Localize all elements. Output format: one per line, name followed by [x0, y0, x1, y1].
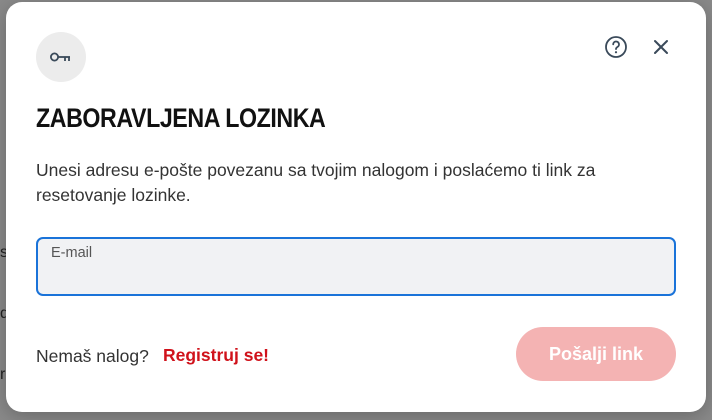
email-input[interactable] [50, 265, 664, 291]
backdrop-text-3: r [0, 366, 6, 383]
modal-title: ZABORAVLJENA LOZINKA [36, 103, 326, 133]
close-icon[interactable] [648, 34, 674, 60]
help-circle-icon[interactable] [603, 34, 629, 60]
modal-description: Unesi adresu e-pošte povezanu sa tvojim … [36, 160, 596, 205]
no-account-text: Nemaš nalog? [36, 346, 149, 366]
send-link-button[interactable]: Pošalji link [516, 327, 676, 381]
email-field-label: E-mail [51, 245, 93, 261]
forgot-password-modal: ZABORAVLJENA LOZINKA Unesi adresu e-pošt… [6, 2, 706, 412]
register-link[interactable]: Registruj se! [163, 345, 269, 366]
key-icon [36, 32, 86, 82]
email-field[interactable]: E-mail [36, 237, 676, 296]
